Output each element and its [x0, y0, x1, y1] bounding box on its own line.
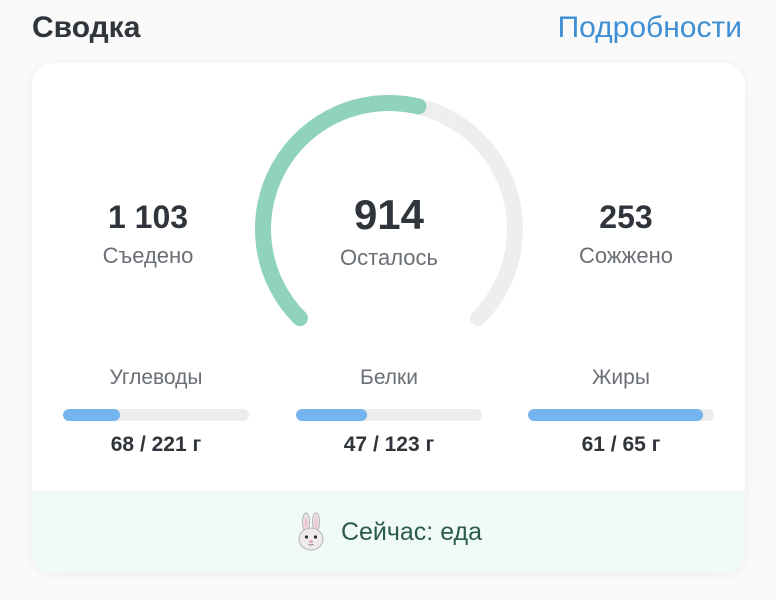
burned-label: Сожжено [579, 243, 673, 268]
macro-bar [63, 409, 249, 421]
macro-label: Углеводы [109, 366, 203, 389]
details-link[interactable]: Подробности [558, 11, 742, 45]
summary-screen: Сводка Подробности 1 103 Съедено 914 Ост… [0, 0, 776, 600]
macro-protein: Белки 47 / 123 г [296, 365, 482, 459]
stat-remaining: 914 Осталось [289, 191, 489, 273]
fasting-status-text: Сейчас: еда [340, 517, 483, 546]
fasting-status-bar[interactable]: Сейчас: еда [32, 491, 745, 573]
macro-bar-fill [63, 409, 121, 421]
summary-card: 1 103 Съедено 914 Осталось 253 Сожжено У… [32, 63, 745, 573]
macro-bar [296, 409, 482, 421]
macro-value: 68 / 221 г [110, 433, 202, 456]
stat-burned: 253 Сожжено [526, 197, 726, 271]
macro-value: 47 / 123 г [343, 433, 435, 456]
page-title: Сводка [32, 11, 141, 44]
macro-value: 61 / 65 г [581, 433, 661, 456]
burned-value: 253 [599, 199, 653, 235]
macro-bar [528, 409, 714, 421]
stat-eaten: 1 103 Съедено [48, 197, 248, 271]
macro-label: Жиры [592, 366, 650, 389]
rabbit-icon [298, 512, 324, 551]
summary-header: Сводка Подробности [32, 8, 742, 48]
macro-bar-fill [528, 409, 703, 421]
macro-label: Белки [360, 366, 418, 389]
macro-fat: Жиры 61 / 65 г [528, 365, 714, 459]
macro-bar-fill [296, 409, 368, 421]
remaining-value: 914 [353, 191, 425, 238]
eaten-value: 1 103 [107, 199, 189, 235]
macro-carbs: Углеводы 68 / 221 г [63, 365, 249, 459]
remaining-label: Осталось [340, 245, 438, 270]
eaten-label: Съедено [102, 243, 194, 268]
